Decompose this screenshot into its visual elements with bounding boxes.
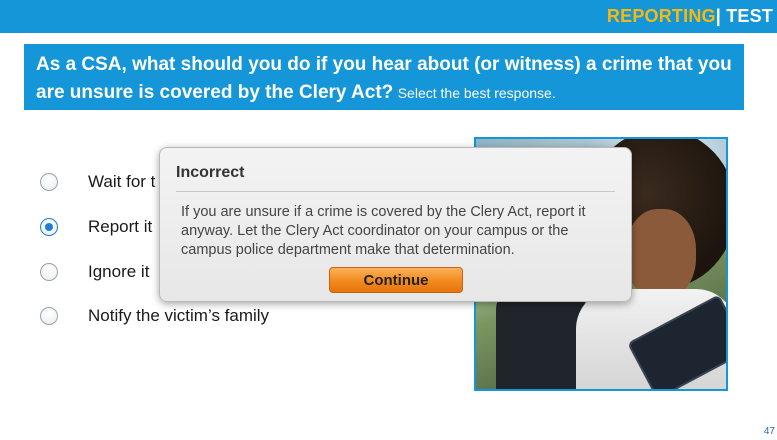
option-label: Notify the victim’s family (88, 306, 270, 325)
top-banner: REPORTING| TEST (0, 0, 777, 33)
radio-button-selected[interactable] (40, 218, 58, 236)
question-hint: Select the best response. (397, 85, 556, 101)
section-title: REPORTING| TEST (607, 6, 773, 27)
brand-primary: REPORTING (606, 6, 716, 26)
dialog-message: If you are unsure if a crime is covered … (181, 204, 586, 258)
feedback-dialog: Incorrect If you are unsure if a crime i… (159, 147, 632, 302)
answer-option-3[interactable]: Ignore it (40, 262, 149, 282)
option-label: Report it (88, 217, 153, 236)
question-box: As a CSA, what should you do if you hear… (24, 44, 744, 110)
answer-option-1[interactable]: Wait for t (40, 172, 155, 192)
continue-button[interactable]: Continue (329, 267, 463, 293)
answer-option-2[interactable]: Report it (40, 217, 152, 237)
option-label: Wait for t (88, 172, 156, 191)
dialog-divider (176, 191, 615, 192)
question-text: As a CSA, what should you do if you hear… (36, 54, 732, 103)
brand-secondary: TEST (726, 6, 773, 26)
answer-option-4[interactable]: Notify the victim’s family (40, 306, 269, 326)
radio-button[interactable] (40, 173, 58, 191)
dialog-title: Incorrect (176, 164, 245, 181)
radio-button[interactable] (40, 307, 58, 325)
radio-button[interactable] (40, 263, 58, 281)
option-label: Ignore it (88, 262, 150, 281)
page-number: 47 (763, 426, 775, 437)
